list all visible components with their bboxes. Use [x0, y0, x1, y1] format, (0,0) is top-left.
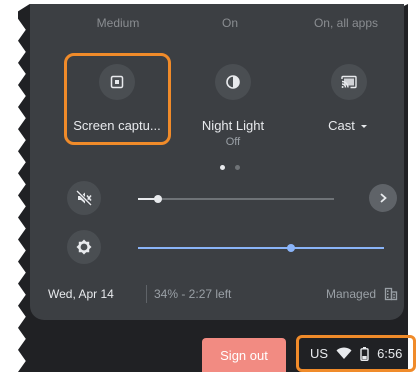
volume-mute-button[interactable] — [67, 181, 101, 215]
volume-slider[interactable] — [138, 195, 334, 203]
footer-divider — [146, 285, 147, 303]
top-row-labels: Medium On On, all apps — [30, 16, 404, 30]
cast-button[interactable] — [331, 64, 367, 100]
top-row-label: On, all apps — [313, 16, 379, 30]
night-light-tile[interactable]: Night Light Off — [178, 64, 288, 154]
night-light-label: Night Light — [201, 118, 265, 133]
top-row-label: Medium — [96, 16, 140, 30]
brightness-slider-fill — [138, 247, 291, 249]
brightness-icon — [76, 239, 92, 255]
managed-label[interactable]: Managed — [326, 287, 376, 301]
enterprise-building-icon[interactable] — [384, 287, 398, 306]
locale-label: US — [310, 346, 329, 361]
brightness-slider[interactable] — [138, 244, 384, 252]
night-light-status: Off — [225, 136, 241, 148]
battery-status: 34% - 2:27 left — [154, 287, 232, 301]
page-dot-active[interactable] — [220, 165, 225, 170]
status-tray[interactable]: US 6:56 — [296, 335, 416, 372]
chevron-right-icon — [380, 193, 387, 203]
clock-time: 6:56 — [377, 346, 403, 361]
night-light-button[interactable] — [215, 64, 251, 100]
wifi-icon — [336, 347, 352, 359]
screen-capture-highlight — [64, 53, 171, 145]
top-row-label: On — [221, 16, 239, 30]
brightness-button[interactable] — [67, 230, 101, 264]
brightness-slider-thumb[interactable] — [286, 244, 295, 252]
volume-muted-icon — [75, 189, 93, 207]
page-indicator — [220, 165, 240, 170]
date-label[interactable]: Wed, Apr 14 — [48, 287, 114, 301]
volume-slider-thumb[interactable] — [153, 195, 162, 203]
sign-out-button[interactable]: Sign out — [202, 338, 286, 372]
battery-icon — [360, 346, 369, 361]
quick-settings-panel: Medium On On, all apps Screen captu... N… — [30, 4, 404, 320]
page-dot[interactable] — [235, 165, 240, 170]
quick-settings-footer: Wed, Apr 14 34% - 2:27 left Managed — [30, 285, 404, 305]
audio-settings-button[interactable] — [369, 184, 397, 212]
cast-label-text: Cast — [328, 118, 355, 133]
cast-icon — [341, 75, 357, 89]
dropdown-arrow-icon[interactable] — [358, 121, 370, 131]
cast-label: Cast — [328, 118, 370, 133]
night-light-icon — [226, 75, 240, 89]
cast-tile[interactable]: Cast — [294, 64, 404, 154]
